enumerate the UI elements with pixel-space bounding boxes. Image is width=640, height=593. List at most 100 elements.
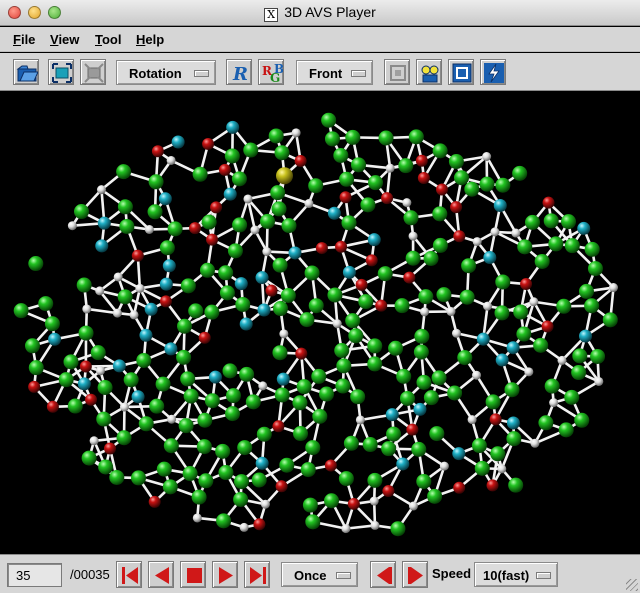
hydrogen-atom [472, 237, 482, 247]
hydrogen-atom [369, 496, 379, 506]
carbon-atom [432, 143, 448, 159]
oxygen-atom [275, 480, 288, 493]
carbon-atom [431, 370, 447, 386]
carbon-atom [336, 358, 352, 374]
carbon-atom [432, 237, 448, 253]
oxygen-atom [85, 393, 98, 406]
carbon-atom [403, 210, 419, 226]
current-frame-field[interactable]: 35 [7, 563, 62, 587]
resize-grip[interactable] [626, 579, 638, 591]
nitrogen-atom [48, 332, 62, 346]
carbon-atom [109, 469, 125, 485]
lights-button[interactable] [416, 59, 442, 85]
view-combo[interactable]: Front [296, 60, 373, 85]
carbon-atom [272, 257, 288, 273]
hydrogen-atom [446, 307, 456, 317]
hydrogen-atom [89, 436, 99, 446]
rgb-button[interactable]: R G B [258, 59, 284, 85]
title-bar[interactable]: X 3D AVS Player [0, 0, 640, 26]
carbon-atom [215, 443, 231, 459]
carbon-atom [279, 457, 295, 473]
carbon-atom [138, 416, 154, 432]
hydrogen-atom [166, 155, 176, 165]
oxygen-atom [324, 459, 337, 472]
carbon-atom [367, 472, 383, 488]
carbon-atom [362, 437, 378, 453]
last-frame-button[interactable] [244, 561, 270, 588]
carbon-atom [300, 462, 316, 478]
loop-mode-combo[interactable]: Once [281, 562, 358, 587]
skip-to-start-icon [122, 567, 138, 584]
play-backward-button[interactable] [148, 561, 174, 588]
mode-combo[interactable]: Rotation [116, 60, 216, 85]
hydrogen-atom [260, 499, 270, 509]
total-frames-label: /00035 [70, 567, 110, 582]
carbon-atom [183, 388, 199, 404]
first-frame-button[interactable] [116, 561, 142, 588]
r-button[interactable]: R [226, 59, 252, 85]
lights-icon [421, 65, 439, 83]
bounding-box-button[interactable] [448, 59, 474, 85]
carbon-atom [571, 365, 587, 381]
nitrogen-atom [112, 359, 126, 373]
carbon-atom [345, 313, 361, 329]
folder-open-icon [16, 65, 38, 82]
hydrogen-atom [95, 366, 105, 376]
hydrogen-atom [96, 185, 106, 195]
carbon-atom [159, 240, 175, 256]
oxygen-atom [206, 233, 219, 246]
carbon-atom [280, 287, 296, 303]
combo-arrow-icon [336, 572, 351, 579]
carbon-atom [390, 521, 406, 537]
molecule-canvas[interactable] [0, 92, 640, 554]
carbon-atom [587, 261, 603, 277]
carbon-atom [386, 426, 402, 442]
hydrogen-atom [113, 272, 123, 282]
nitrogen-atom [493, 198, 507, 212]
carbon-atom [204, 393, 220, 409]
hydrogen-atom [402, 198, 412, 208]
hydrogen-atom [304, 199, 314, 209]
play-forward-button[interactable] [212, 561, 238, 588]
player-bar: 35 /00035 Once Speed 10(fast) [0, 554, 640, 593]
carbon-atom [196, 439, 212, 455]
menu-view[interactable]: View [50, 32, 79, 47]
nitrogen-atom [367, 233, 381, 247]
open-file-button[interactable] [13, 59, 39, 85]
speed-combo[interactable]: 10(fast) [474, 562, 558, 587]
carbon-atom [602, 312, 618, 328]
reset-view-button[interactable] [80, 59, 106, 85]
step-backward-button[interactable] [370, 561, 396, 588]
frame-button[interactable] [384, 59, 410, 85]
bounding-box-icon [452, 63, 472, 83]
bond [86, 307, 118, 315]
hydrogen-atom [258, 381, 268, 391]
carbon-atom [119, 218, 135, 234]
hydrogen-atom [557, 355, 567, 365]
stop-button[interactable] [180, 561, 206, 588]
toolbar: Rotation R R G B Front [0, 53, 640, 91]
carbon-atom [251, 472, 267, 488]
carbon-atom [231, 171, 247, 187]
carbon-atom [178, 418, 194, 434]
nitrogen-atom [208, 370, 222, 384]
menu-file[interactable]: File [13, 32, 35, 47]
molecule-viewport[interactable] [0, 92, 640, 554]
step-forward-button[interactable] [402, 561, 428, 588]
oxygen-atom [403, 271, 416, 284]
fit-view-button[interactable] [48, 59, 74, 85]
carbon-atom [564, 389, 580, 405]
nitrogen-atom [158, 192, 172, 206]
menu-help[interactable]: Help [136, 32, 164, 47]
oxygen-atom [355, 278, 368, 291]
carbon-atom [81, 450, 97, 466]
carbon-atom [224, 148, 240, 164]
nitrogen-atom [385, 408, 399, 422]
menu-tool[interactable]: Tool [95, 32, 121, 47]
nitrogen-atom [131, 390, 145, 404]
fit-view-icon [52, 63, 72, 83]
lightning-button[interactable] [480, 59, 506, 85]
carbon-atom [117, 199, 133, 215]
carbon-atom [268, 128, 284, 144]
carbon-atom [464, 181, 480, 197]
